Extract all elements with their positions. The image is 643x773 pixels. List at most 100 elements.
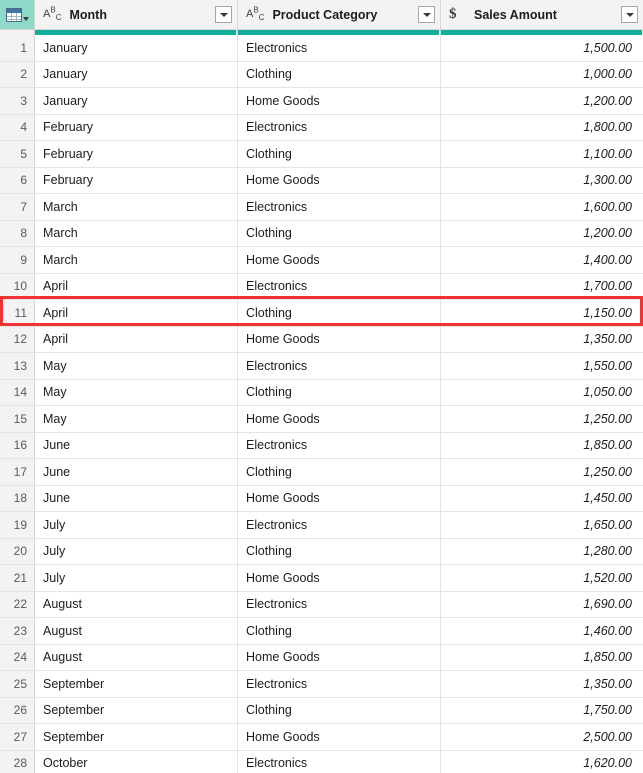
row-number[interactable]: 15 xyxy=(0,406,35,432)
cell-month[interactable]: March xyxy=(35,247,238,273)
cell-sales-amount[interactable]: 1,100.00 xyxy=(441,141,643,167)
row-number[interactable]: 20 xyxy=(0,538,35,564)
row-number[interactable]: 4 xyxy=(0,114,35,140)
cell-sales-amount[interactable]: 1,850.00 xyxy=(441,645,643,671)
cell-product-category[interactable]: Clothing xyxy=(238,459,441,485)
table-row[interactable]: 20 July Clothing 1,280.00 xyxy=(0,538,643,565)
row-number[interactable]: 19 xyxy=(0,512,35,538)
table-row[interactable]: 22 August Electronics 1,690.00 xyxy=(0,591,643,618)
cell-sales-amount[interactable]: 1,600.00 xyxy=(441,194,643,220)
cell-product-category[interactable]: Electronics xyxy=(238,273,441,299)
cell-sales-amount[interactable]: 2,500.00 xyxy=(441,724,643,750)
cell-month[interactable]: January xyxy=(35,88,238,114)
table-row[interactable]: 9 March Home Goods 1,400.00 xyxy=(0,247,643,274)
table-row[interactable]: 2 January Clothing 1,000.00 xyxy=(0,61,643,88)
cell-product-category[interactable]: Home Goods xyxy=(238,724,441,750)
table-row[interactable]: 8 March Clothing 1,200.00 xyxy=(0,220,643,247)
cell-sales-amount[interactable]: 1,650.00 xyxy=(441,512,643,538)
cell-sales-amount[interactable]: 1,250.00 xyxy=(441,459,643,485)
table-row[interactable]: 5 February Clothing 1,100.00 xyxy=(0,141,643,168)
cell-month[interactable]: July xyxy=(35,538,238,564)
cell-product-category[interactable]: Clothing xyxy=(238,538,441,564)
cell-sales-amount[interactable]: 1,450.00 xyxy=(441,486,643,512)
cell-sales-amount[interactable]: 1,620.00 xyxy=(441,751,643,773)
cell-sales-amount[interactable]: 1,850.00 xyxy=(441,433,643,459)
cell-product-category[interactable]: Clothing xyxy=(238,141,441,167)
table-row[interactable]: 4 February Electronics 1,800.00 xyxy=(0,114,643,141)
cell-product-category[interactable]: Clothing xyxy=(238,220,441,246)
table-row[interactable]: 13 May Electronics 1,550.00 xyxy=(0,353,643,380)
table-row[interactable]: 14 May Clothing 1,050.00 xyxy=(0,379,643,406)
cell-product-category[interactable]: Clothing xyxy=(238,618,441,644)
table-row[interactable]: 24 August Home Goods 1,850.00 xyxy=(0,644,643,671)
cell-month[interactable]: March xyxy=(35,194,238,220)
cell-product-category[interactable]: Electronics xyxy=(238,114,441,140)
cell-product-category[interactable]: Electronics xyxy=(238,432,441,458)
cell-month[interactable]: June xyxy=(35,432,238,458)
cell-sales-amount[interactable]: 1,200.00 xyxy=(441,88,643,114)
cell-sales-amount[interactable]: 1,150.00 xyxy=(441,300,643,326)
row-number[interactable]: 23 xyxy=(0,618,35,644)
row-number[interactable]: 13 xyxy=(0,353,35,379)
cell-product-category[interactable]: Electronics xyxy=(238,194,441,220)
cell-month[interactable]: May xyxy=(35,406,238,432)
cell-month[interactable]: September xyxy=(35,671,238,697)
row-number[interactable]: 24 xyxy=(0,644,35,670)
table-row[interactable]: 15 May Home Goods 1,250.00 xyxy=(0,406,643,433)
table-row[interactable]: 11 April Clothing 1,150.00 xyxy=(0,300,643,327)
cell-product-category[interactable]: Clothing xyxy=(238,61,441,87)
table-row[interactable]: 18 June Home Goods 1,450.00 xyxy=(0,485,643,512)
cell-product-category[interactable]: Home Goods xyxy=(238,565,441,591)
cell-month[interactable]: June xyxy=(35,459,238,485)
cell-month[interactable]: August xyxy=(35,618,238,644)
table-row[interactable]: 16 June Electronics 1,850.00 xyxy=(0,432,643,459)
cell-product-category[interactable]: Home Goods xyxy=(238,167,441,193)
cell-sales-amount[interactable]: 1,280.00 xyxy=(441,539,643,565)
cell-product-category[interactable]: Home Goods xyxy=(238,88,441,114)
table-row[interactable]: 28 October Electronics 1,620.00 xyxy=(0,750,643,773)
cell-month[interactable]: March xyxy=(35,220,238,246)
cell-sales-amount[interactable]: 1,550.00 xyxy=(441,353,643,379)
row-number[interactable]: 28 xyxy=(0,750,35,773)
cell-month[interactable]: September xyxy=(35,724,238,750)
cell-sales-amount[interactable]: 1,500.00 xyxy=(441,35,643,61)
row-number[interactable]: 2 xyxy=(0,61,35,87)
cell-sales-amount[interactable]: 1,350.00 xyxy=(441,671,643,697)
column-header-sales-amount[interactable]: $ Sales Amount xyxy=(441,0,643,29)
cell-product-category[interactable]: Electronics xyxy=(238,35,441,61)
column-header-product-category[interactable]: ABC Product Category xyxy=(238,0,441,29)
cell-sales-amount[interactable]: 1,750.00 xyxy=(441,698,643,724)
row-number[interactable]: 18 xyxy=(0,485,35,511)
cell-sales-amount[interactable]: 1,520.00 xyxy=(441,565,643,591)
cell-month[interactable]: January xyxy=(35,61,238,87)
row-number[interactable]: 1 xyxy=(0,35,35,61)
cell-month[interactable]: July xyxy=(35,512,238,538)
table-row[interactable]: 23 August Clothing 1,460.00 xyxy=(0,618,643,645)
filter-button-product-category[interactable] xyxy=(418,6,435,23)
filter-button-month[interactable] xyxy=(215,6,232,23)
cell-month[interactable]: August xyxy=(35,644,238,670)
cell-month[interactable]: January xyxy=(35,35,238,61)
cell-sales-amount[interactable]: 1,000.00 xyxy=(441,62,643,88)
cell-sales-amount[interactable]: 1,250.00 xyxy=(441,406,643,432)
table-row[interactable]: 25 September Electronics 1,350.00 xyxy=(0,671,643,698)
row-number[interactable]: 26 xyxy=(0,697,35,723)
cell-product-category[interactable]: Electronics xyxy=(238,512,441,538)
cell-sales-amount[interactable]: 1,460.00 xyxy=(441,618,643,644)
table-row[interactable]: 10 April Electronics 1,700.00 xyxy=(0,273,643,300)
row-number[interactable]: 11 xyxy=(0,300,35,326)
cell-month[interactable]: October xyxy=(35,750,238,773)
cell-product-category[interactable]: Electronics xyxy=(238,353,441,379)
row-number[interactable]: 14 xyxy=(0,379,35,405)
row-number[interactable]: 8 xyxy=(0,220,35,246)
table-row[interactable]: 17 June Clothing 1,250.00 xyxy=(0,459,643,486)
cell-product-category[interactable]: Home Goods xyxy=(238,406,441,432)
cell-month[interactable]: May xyxy=(35,379,238,405)
row-number[interactable]: 16 xyxy=(0,432,35,458)
row-number[interactable]: 5 xyxy=(0,141,35,167)
row-number[interactable]: 21 xyxy=(0,565,35,591)
column-header-month[interactable]: ABC Month xyxy=(35,0,238,29)
cell-product-category[interactable]: Clothing xyxy=(238,300,441,326)
cell-month[interactable]: September xyxy=(35,697,238,723)
table-row[interactable]: 3 January Home Goods 1,200.00 xyxy=(0,88,643,115)
